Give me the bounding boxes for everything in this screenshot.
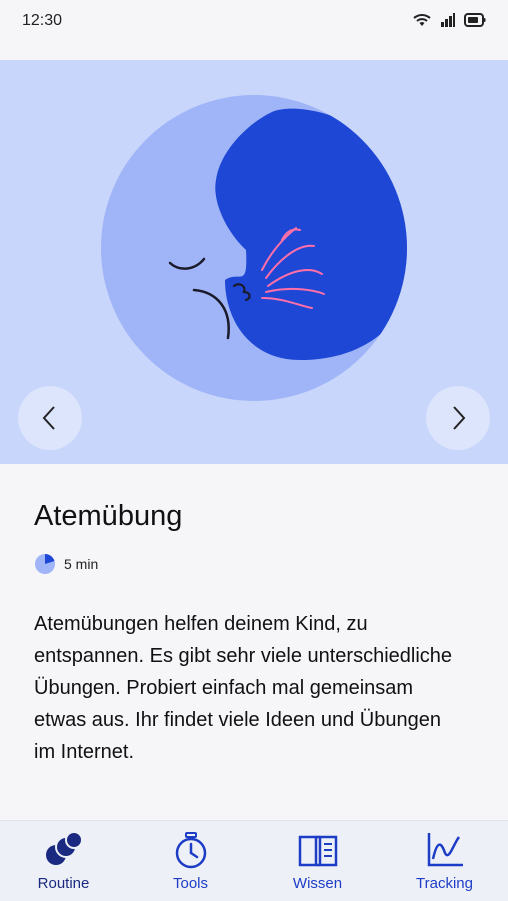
battery-icon bbox=[464, 13, 486, 32]
bottom-tab-bar: Routine Tools Wissen Tracking bbox=[0, 820, 508, 901]
chevron-right-icon bbox=[453, 406, 466, 430]
exercise-title: Atemübung bbox=[34, 500, 183, 532]
stopwatch-icon bbox=[175, 832, 206, 869]
tab-routine-label: Routine bbox=[37, 875, 90, 892]
hero-illustration bbox=[0, 60, 508, 464]
wifi-icon bbox=[412, 12, 432, 33]
tab-routine[interactable]: Routine bbox=[0, 821, 127, 901]
routine-icon bbox=[45, 831, 83, 865]
exercise-description: Atemübungen helfen deinem Kind, zu entsp… bbox=[34, 613, 453, 763]
pie-clock-icon bbox=[35, 554, 55, 574]
signal-icon bbox=[440, 12, 456, 33]
tab-tools[interactable]: Tools bbox=[127, 821, 254, 901]
exercise-content: Atemübung 5 min Atemübungen helfen deine… bbox=[0, 464, 508, 820]
status-icons bbox=[412, 12, 486, 33]
tab-tools-label: Tools bbox=[172, 875, 209, 892]
book-icon bbox=[298, 835, 337, 867]
duration-row: 5 min bbox=[34, 553, 98, 575]
tab-wissen-label: Wissen bbox=[292, 875, 343, 892]
status-time: 12:30 bbox=[22, 12, 63, 29]
status-bar: 12:30 bbox=[0, 0, 508, 44]
chevron-left-icon bbox=[42, 406, 55, 430]
tab-tracking[interactable]: Tracking bbox=[381, 821, 508, 901]
tab-tracking-label: Tracking bbox=[416, 875, 473, 892]
duration-label: 5 min bbox=[64, 556, 99, 572]
chart-icon bbox=[427, 833, 463, 867]
tab-wissen[interactable]: Wissen bbox=[254, 821, 381, 901]
previous-button[interactable] bbox=[18, 386, 82, 450]
next-button[interactable] bbox=[426, 386, 490, 450]
